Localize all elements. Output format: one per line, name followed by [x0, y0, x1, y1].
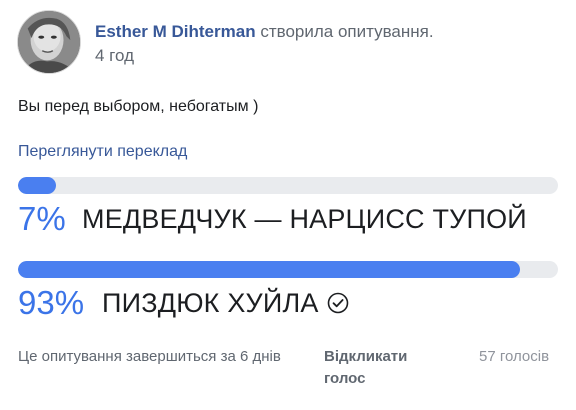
post-text: Вы перед выбором, небогатым ) — [18, 98, 259, 115]
revoke-vote-button[interactable]: Відкликати голос — [324, 346, 444, 390]
poll-post: Esther M Dihterman створила опитування. … — [0, 0, 576, 410]
poll-option-label-wrap: ПИЗДЮК ХУЙЛА — [102, 281, 349, 325]
poll-option-label: ПИЗДЮК ХУЙЛА — [102, 288, 319, 318]
poll-option-label: МЕДВЕДЧУК — НАРЦИСС ТУПОЙ — [82, 204, 527, 234]
poll-option-percent: 7% — [18, 200, 66, 237]
post-timestamp[interactable]: 4 год — [95, 46, 134, 66]
avatar-image — [18, 11, 80, 73]
poll-option-1[interactable]: 7% МЕДВЕДЧУК — НАРЦИСС ТУПОЙ — [18, 177, 558, 241]
author-line: Esther M Dihterman створила опитування. — [95, 22, 434, 42]
avatar[interactable] — [17, 10, 81, 74]
poll-option-percent: 93% — [18, 284, 85, 321]
poll-bar-fill — [18, 177, 56, 194]
check-circle-icon — [327, 292, 348, 314]
post-action: створила опитування. — [260, 22, 434, 41]
vote-count[interactable]: 57 голосів — [479, 346, 559, 368]
author-name[interactable]: Esther M Dihterman — [95, 22, 256, 41]
poll-bar-track — [18, 177, 558, 194]
poll-bar-fill — [18, 261, 521, 278]
poll-end-notice: Це опитування завершиться за 6 днів — [18, 348, 281, 365]
see-translation-link[interactable]: Переглянути переклад — [18, 143, 187, 161]
post-header: Esther M Dihterman створила опитування. … — [17, 10, 557, 74]
poll-option-2[interactable]: 93% ПИЗДЮК ХУЙЛА — [18, 261, 558, 325]
poll-bar-track — [18, 261, 558, 278]
